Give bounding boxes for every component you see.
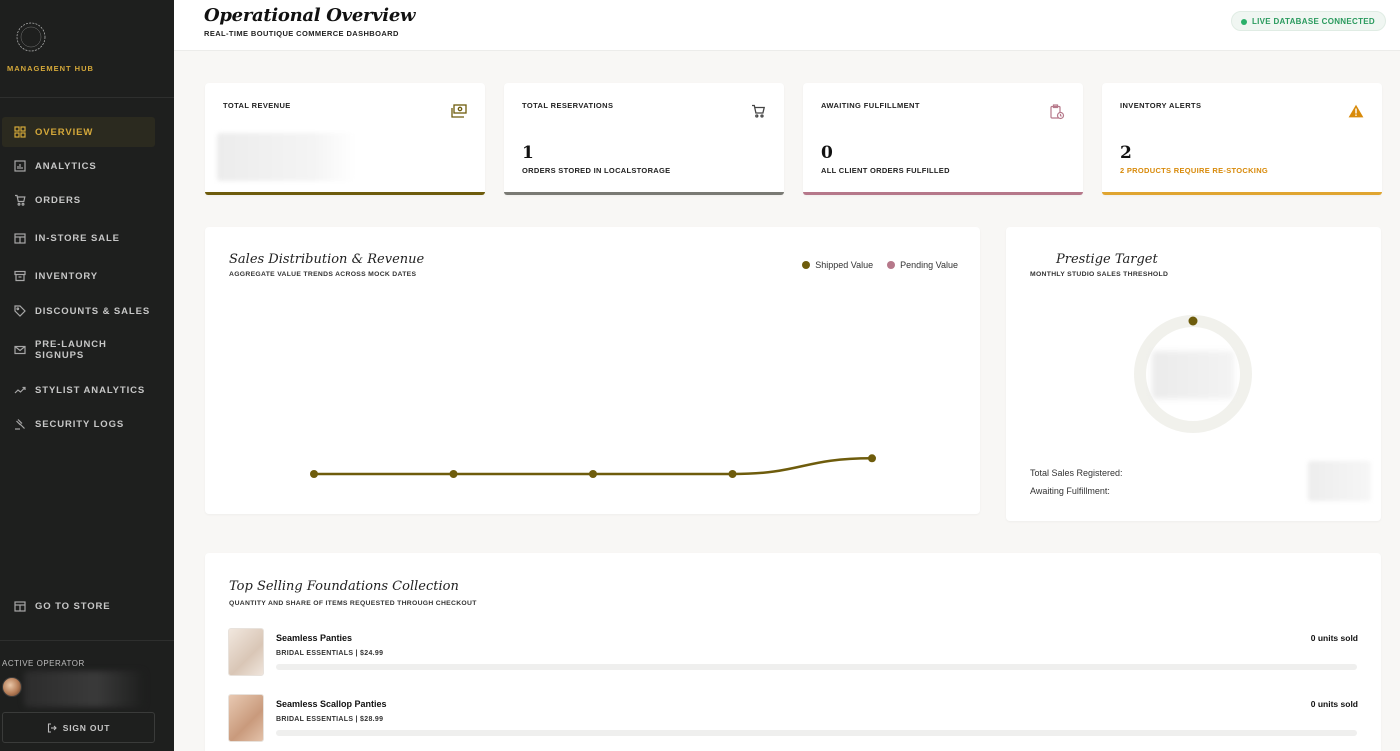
operator-name-redacted — [24, 671, 144, 707]
database-status-badge: LIVE DATABASE CONNECTED — [1230, 11, 1386, 31]
stat-card-total-reservations: TOTAL RESERVATIONS 1 ORDERS STORED IN LO… — [504, 83, 784, 195]
product-share-track — [276, 730, 1357, 736]
stat-value: 0 — [821, 143, 833, 163]
warning-triangle-icon — [1348, 104, 1364, 118]
prestige-target-card: Prestige Target MONTHLY STUDIO SALES THR… — [1006, 227, 1381, 521]
sidebar-item-discounts[interactable]: DISCOUNTS & SALES — [2, 296, 155, 326]
cart-icon — [13, 193, 27, 207]
sidebar-item-stylist-analytics[interactable]: STYLIST ANALYTICS — [2, 375, 155, 405]
product-name: Seamless Panties — [276, 633, 353, 643]
awaiting-fulfillment-label: Awaiting Fulfillment: — [1030, 486, 1110, 496]
sidebar-item-inventory[interactable]: INVENTORY — [2, 261, 155, 291]
sign-out-label: SIGN OUT — [62, 722, 111, 733]
gavel-icon — [13, 417, 27, 431]
product-meta: BRIDAL ESSENTIALS | $28.99 — [276, 716, 384, 723]
go-to-store-link[interactable]: GO TO STORE — [2, 591, 155, 621]
data-point[interactable] — [868, 454, 876, 463]
status-dot-icon — [1240, 19, 1247, 25]
data-point[interactable] — [449, 470, 458, 478]
sidebar-item-label: IN-STORE SALE — [35, 232, 120, 244]
products-subtitle: QUANTITY AND SHARE OF ITEMS REQUESTED TH… — [229, 600, 477, 607]
stat-card-awaiting-fulfillment: AWAITING FULFILLMENT 0 ALL CLIENT ORDERS… — [803, 83, 1083, 195]
envelope-icon — [13, 343, 27, 357]
brand-logo-icon — [16, 22, 46, 52]
sidebar-item-label: INVENTORY — [35, 270, 98, 282]
data-point[interactable] — [728, 470, 737, 478]
sidebar-item-orders[interactable]: ORDERS — [2, 185, 155, 215]
product-thumbnail — [228, 694, 264, 742]
target-value-redacted — [1152, 351, 1234, 399]
stat-card-inventory-alerts: INVENTORY ALERTS 2 2 PRODUCTS REQUIRE RE… — [1102, 83, 1382, 195]
list-item[interactable]: Seamless Scallop Panties BRIDAL ESSENTIA… — [228, 694, 1358, 744]
top-products-card: Top Selling Foundations Collection QUANT… — [205, 553, 1381, 751]
brand: MANAGEMENT HUB — [0, 0, 174, 98]
target-figures-redacted — [1308, 461, 1371, 501]
product-units: 0 units sold — [1310, 699, 1358, 709]
sidebar: MANAGEMENT HUB OVERVIEW ANALYTICS ORDERS… — [0, 0, 174, 751]
sidebar-item-label: SECURITY LOGS — [35, 418, 125, 430]
bar-chart-icon — [13, 159, 27, 173]
stat-note: ORDERS STORED IN LOCALSTORAGE — [522, 166, 671, 175]
stat-accent-bar — [205, 192, 485, 195]
list-item[interactable]: Seamless Panties BRIDAL ESSENTIALS | $24… — [228, 628, 1358, 678]
product-meta: BRIDAL ESSENTIALS | $24.99 — [276, 650, 384, 657]
sidebar-item-security-logs[interactable]: SECURITY LOGS — [2, 409, 155, 439]
data-point[interactable] — [310, 470, 318, 478]
active-operator-label: ACTIVE OPERATOR — [2, 659, 85, 668]
sidebar-item-analytics[interactable]: ANALYTICS — [2, 151, 155, 181]
cart-icon — [751, 104, 766, 118]
page-subtitle: REAL-TIME BOUTIQUE COMMERCE DASHBOARD — [204, 29, 399, 38]
product-share-track — [276, 664, 1357, 670]
sign-out-button[interactable]: SIGN OUT — [2, 712, 155, 743]
brand-label: MANAGEMENT HUB — [7, 64, 94, 73]
tag-icon — [13, 304, 27, 318]
clipboard-clock-icon — [1049, 104, 1065, 120]
stat-accent-bar — [504, 192, 784, 195]
go-to-store-label: GO TO STORE — [35, 600, 111, 612]
sales-line-chart — [310, 454, 876, 478]
stat-note: ALL CLIENT ORDERS FULFILLED — [821, 166, 950, 175]
sales-chart-card: Sales Distribution & Revenue AGGREGATE V… — [205, 227, 980, 514]
sidebar-item-label: STYLIST ANALYTICS — [35, 384, 146, 396]
stat-accent-bar — [1102, 192, 1382, 195]
stat-title: TOTAL RESERVATIONS — [522, 101, 614, 110]
data-point[interactable] — [589, 470, 597, 478]
database-status-text: LIVE DATABASE CONNECTED — [1251, 16, 1375, 26]
sidebar-item-label: PRE-LAUNCH SIGNUPS — [35, 339, 107, 361]
sidebar-item-in-store-sale[interactable]: IN-STORE SALE — [2, 223, 155, 253]
grid-icon — [13, 125, 27, 139]
cash-icon — [451, 104, 467, 118]
avatar — [2, 677, 22, 697]
stat-value: 1 — [522, 143, 534, 163]
revenue-value-redacted — [217, 133, 355, 181]
trend-line-icon — [13, 383, 27, 397]
stat-value: 2 — [1120, 143, 1132, 163]
sidebar-item-label: ANALYTICS — [35, 160, 97, 172]
total-sales-label: Total Sales Registered: — [1030, 468, 1123, 478]
top-header: Operational Overview REAL-TIME BOUTIQUE … — [174, 0, 1400, 51]
product-name: Seamless Scallop Panties — [276, 699, 387, 709]
stat-accent-bar — [803, 192, 1083, 195]
sign-out-icon — [47, 722, 57, 733]
product-units: 0 units sold — [1310, 633, 1358, 643]
stat-title: INVENTORY ALERTS — [1120, 101, 1202, 110]
storefront-icon — [13, 599, 27, 613]
product-thumbnail — [228, 628, 264, 676]
sidebar-item-overview[interactable]: OVERVIEW — [2, 117, 155, 147]
stat-title: AWAITING FULFILLMENT — [821, 101, 920, 110]
stat-title: TOTAL REVENUE — [223, 101, 291, 110]
page-title: Operational Overview — [204, 5, 416, 26]
stat-card-total-revenue: TOTAL REVENUE — [205, 83, 485, 195]
storefront-icon — [13, 231, 27, 245]
sidebar-item-pre-launch-signups[interactable]: PRE-LAUNCH SIGNUPS — [2, 333, 155, 367]
sidebar-item-label: ORDERS — [35, 194, 82, 206]
stat-note: 2 PRODUCTS REQUIRE RE-STOCKING — [1120, 166, 1269, 175]
products-title: Top Selling Foundations Collection — [229, 579, 459, 594]
sidebar-item-label: OVERVIEW — [35, 126, 94, 138]
archive-box-icon — [13, 269, 27, 283]
sidebar-item-label: DISCOUNTS & SALES — [35, 305, 151, 317]
target-progress-marker — [1188, 316, 1198, 326]
